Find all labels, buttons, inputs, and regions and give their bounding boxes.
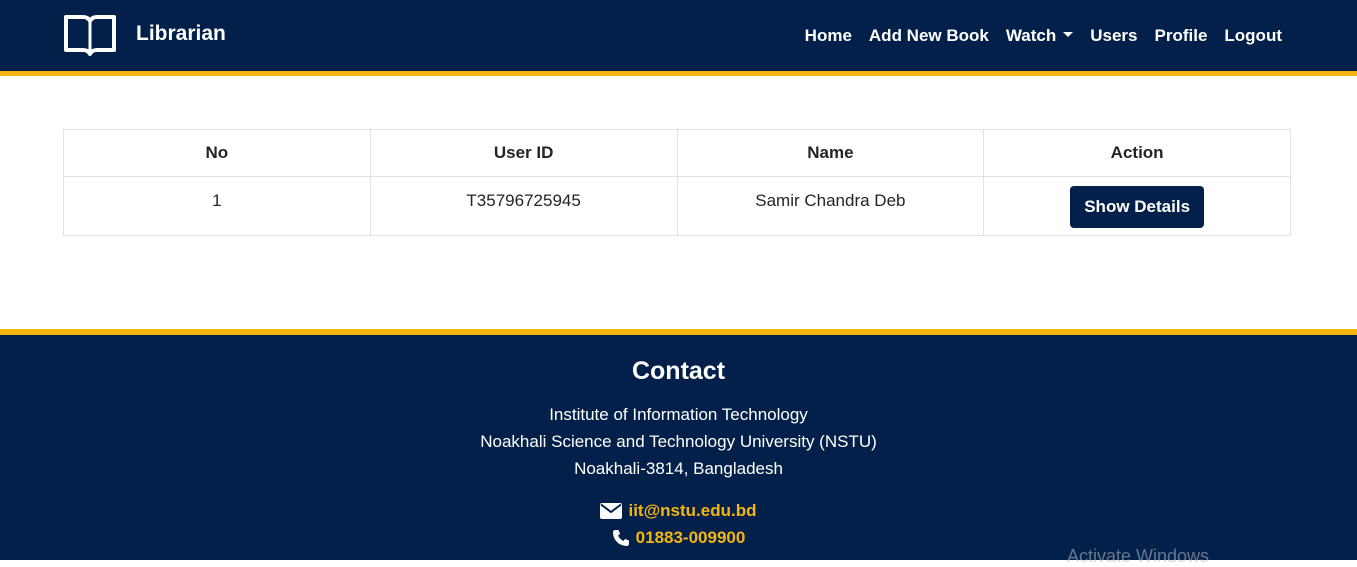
open-book-icon (64, 15, 116, 56)
nav-logout[interactable]: Logout (1224, 26, 1282, 46)
envelope-icon (600, 502, 623, 519)
cell-no: 1 (63, 176, 371, 236)
footer-address: Institute of Information Technology Noak… (0, 401, 1357, 482)
main-nav: Home Add New Book Watch Users Profile Lo… (805, 0, 1282, 71)
nav-watch-label: Watch (1005, 25, 1057, 45)
top-navbar: Librarian Home Add New Book Watch Users … (0, 0, 1357, 76)
main-content: No User ID Name Action 1 T35796725945 Sa… (63, 129, 1291, 236)
users-table: No User ID Name Action 1 T35796725945 Sa… (63, 129, 1291, 236)
table-row: 1 T35796725945 Samir Chandra Deb Show De… (63, 176, 1291, 236)
nav-watch-dropdown[interactable]: Watch (1005, 25, 1074, 46)
column-header-user-id: User ID (369, 129, 678, 177)
footer-contacts: iit@nstu.edu.bd 01883-009900 (0, 497, 1357, 551)
phone-icon (612, 529, 629, 546)
caret-down-icon (1063, 32, 1074, 37)
nav-users[interactable]: Users (1090, 26, 1137, 46)
column-header-action: Action (983, 129, 1291, 177)
footer-title: Contact (631, 357, 726, 385)
email-contact: iit@nstu.edu.bd (0, 497, 1357, 524)
nav-home[interactable]: Home (805, 26, 852, 46)
address-line: Noakhali Science and Technology Universi… (480, 432, 877, 451)
address-line: Noakhali-3814, Bangladesh (574, 459, 783, 478)
brand-title: Librarian (136, 22, 226, 45)
phone-link[interactable]: 01883-009900 (636, 528, 746, 548)
cell-user-id: T35796725945 (369, 176, 678, 236)
table-header-row: No User ID Name Action (63, 129, 1291, 177)
footer: Contact Institute of Information Technol… (0, 329, 1357, 560)
column-header-name: Name (676, 129, 985, 177)
cell-name: Samir Chandra Deb (676, 176, 985, 236)
email-link[interactable]: iit@nstu.edu.bd (628, 501, 756, 521)
address-line: Institute of Information Technology (549, 405, 808, 424)
windows-activation-watermark: Activate Windows (1067, 546, 1210, 566)
cell-action: Show Details (983, 176, 1291, 236)
show-details-button[interactable]: Show Details (1070, 185, 1205, 228)
nav-profile[interactable]: Profile (1155, 26, 1208, 46)
nav-add-new-book[interactable]: Add New Book (869, 26, 989, 46)
column-header-no: No (63, 129, 371, 177)
brand[interactable]: Librarian (62, 12, 226, 56)
